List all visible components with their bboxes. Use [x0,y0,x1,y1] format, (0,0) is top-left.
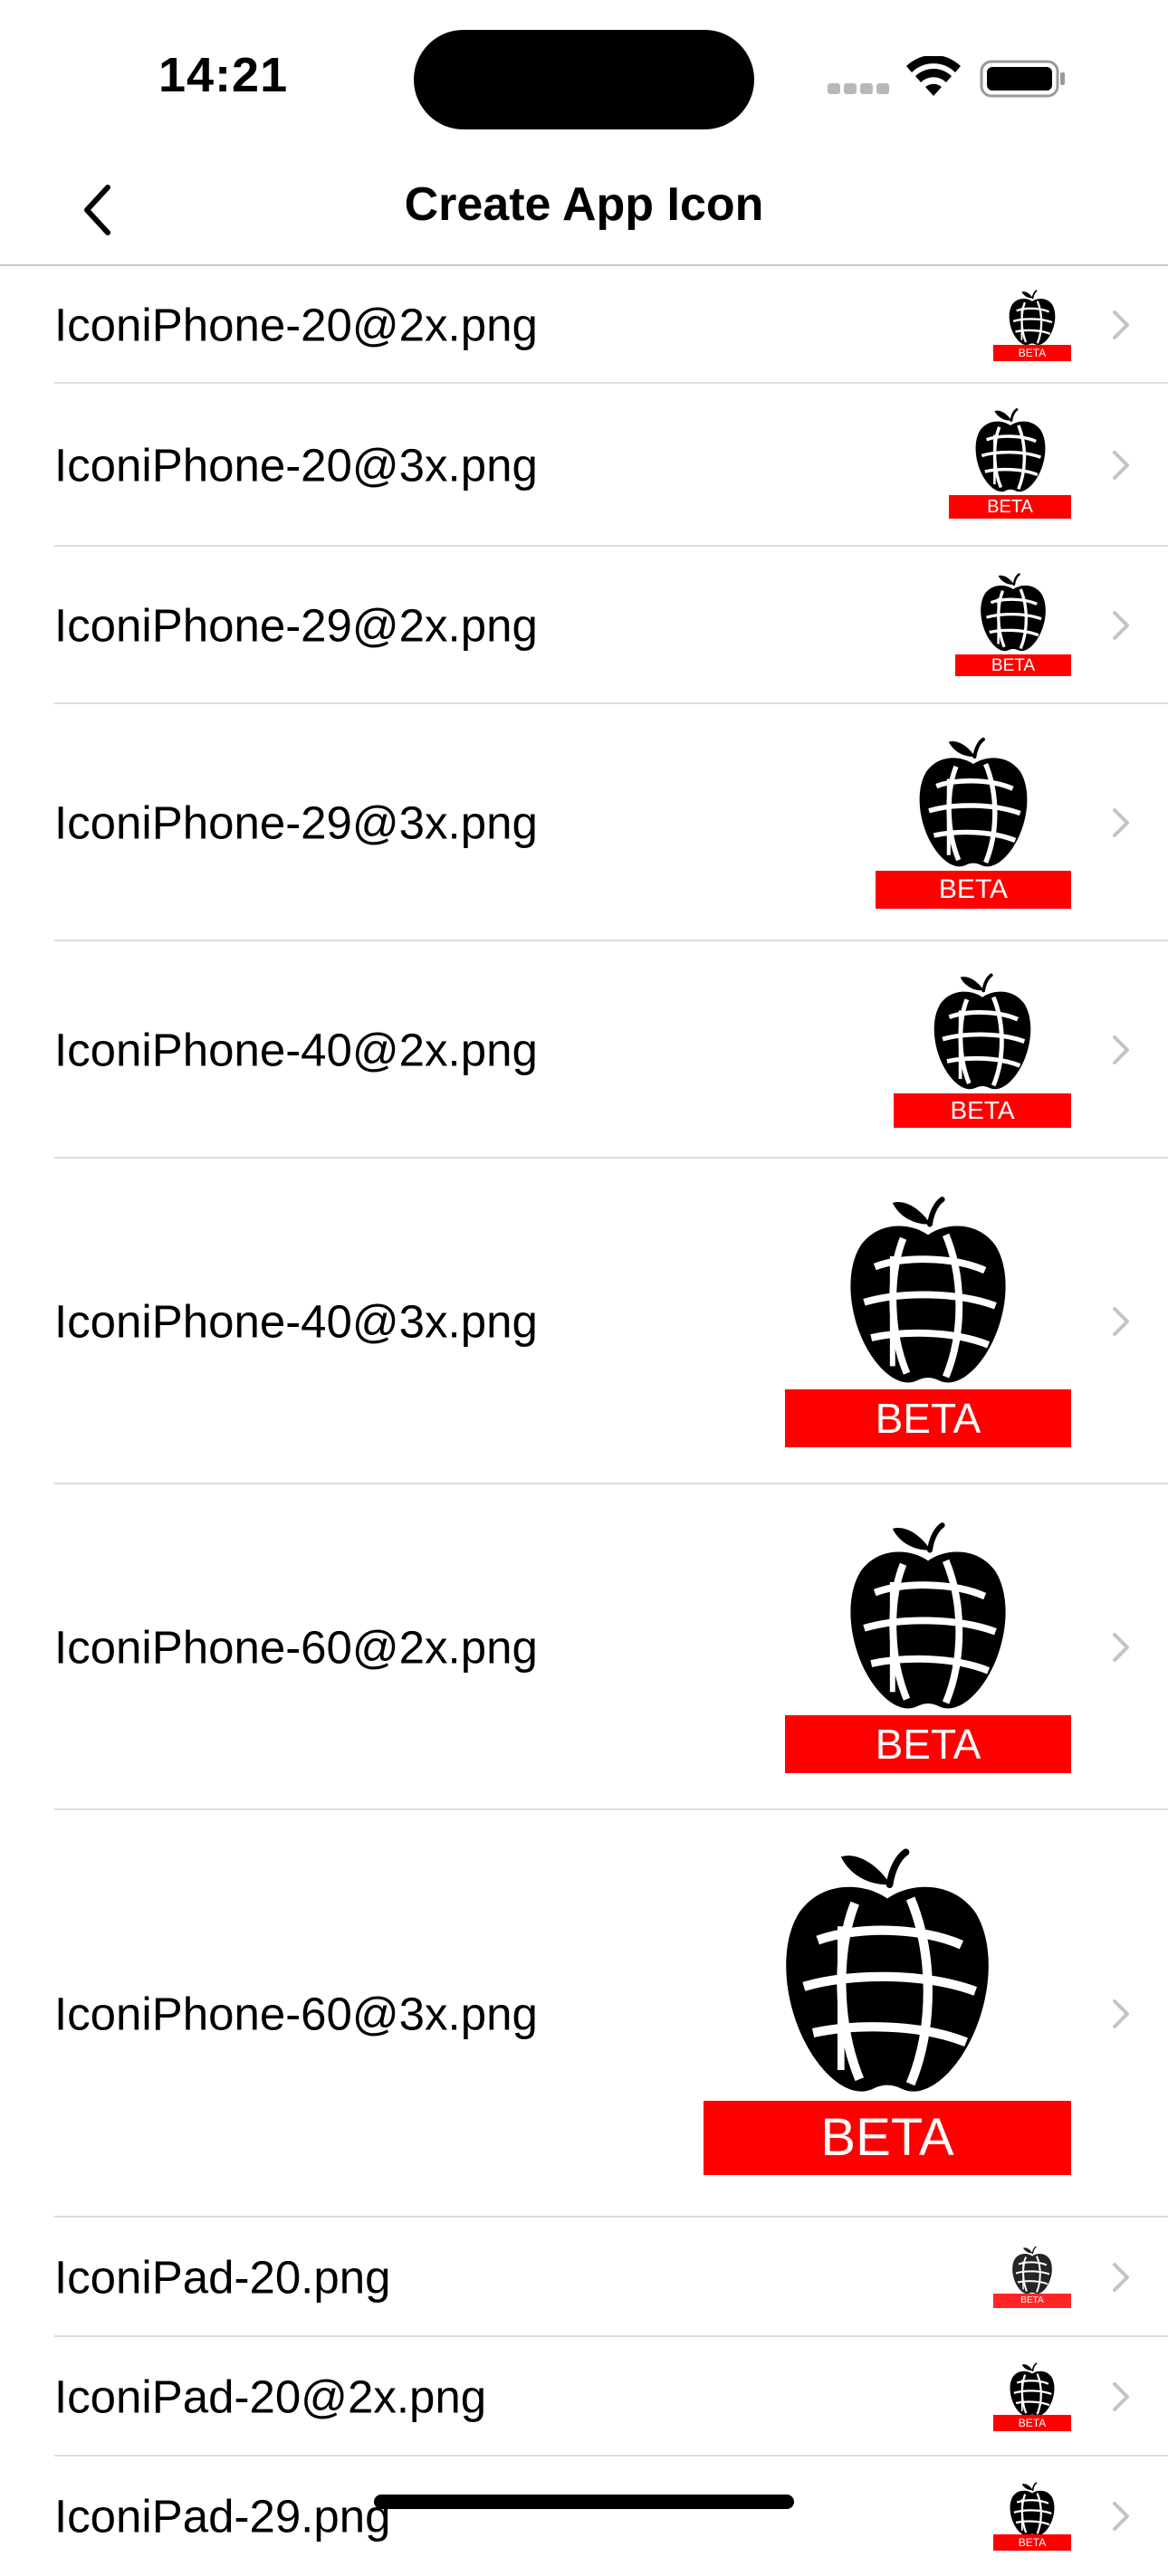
chevron-right-icon [1113,1999,1129,2028]
list-item-iconipad-20[interactable]: IconiPad-20.png BETA [0,2218,1168,2337]
app-icon-thumbnail: BETA [785,1522,1071,1773]
navigation-bar: Create App Icon [0,154,1168,266]
app-icon-thumbnail: BETA [993,2482,1071,2551]
list-item-iconiphone-60-2x[interactable]: IconiPhone-60@2x.png BETA [0,1484,1168,1810]
apple-globe-icon [839,1196,1017,1391]
app-icon-thumbnail: BETA [894,972,1071,1128]
status-time: 14:21 [158,48,289,102]
apple-globe-icon [1009,2482,1056,2537]
app-icon-thumbnail: BETA [993,2362,1071,2431]
chevron-right-icon [1113,2382,1129,2411]
list-item-label: IconiPad-20.png [54,2251,391,2304]
list-item-label: IconiPhone-20@2x.png [54,299,538,351]
list-item-label: IconiPhone-29@3x.png [54,797,538,849]
icon-preview: BETA [894,972,1071,1128]
apple-globe-icon [979,572,1048,653]
list-item-label: IconiPhone-60@3x.png [54,1988,538,2040]
wifi-icon [906,56,961,96]
beta-banner: BETA [876,871,1071,909]
app-icon-thumbnail: BETA [949,407,1071,519]
chevron-right-icon [1113,1035,1129,1064]
chevron-right-icon [1113,611,1129,640]
list-item-label: IconiPhone-60@2x.png [54,1621,538,1674]
list-item-iconiphone-20-3x[interactable]: IconiPhone-20@3x.png BETA [0,384,1168,547]
apple-globe-icon [1011,2246,1053,2295]
beta-banner: BETA [785,1715,1071,1773]
app-icon-thumbnail: BETA [993,289,1071,361]
chevron-right-icon [1113,2502,1129,2531]
apple-globe-icon [1009,2362,1056,2418]
list-item-label: IconiPhone-40@2x.png [54,1024,538,1076]
icon-file-list: IconiPhone-20@2x.png BETA IconiPhone-20@… [0,266,1168,2576]
list-item-iconiphone-20-2x[interactable]: IconiPhone-20@2x.png BETA [0,266,1168,384]
app-icon-thumbnail: BETA [993,2246,1071,2308]
beta-banner: BETA [993,2534,1071,2551]
list-item-label: IconiPad-29.png [54,2490,391,2543]
apple-globe-icon [973,407,1047,493]
chevron-right-icon [1113,808,1129,837]
apple-globe-icon [839,1522,1017,1717]
list-item-iconiphone-60-3x[interactable]: IconiPhone-60@3x.png BETA [0,1810,1168,2218]
beta-banner: BETA [894,1093,1071,1128]
apple-globe-icon [912,737,1035,873]
apple-globe-icon [771,1847,1003,2103]
app-icon-thumbnail: BETA [785,1196,1071,1447]
icon-preview: BETA [993,289,1071,361]
icon-preview: BETA [949,407,1071,519]
icon-preview: BETA [876,737,1071,909]
dynamic-island [414,30,754,129]
beta-banner: BETA [993,2294,1071,2308]
app-icon-thumbnail: BETA [955,572,1071,676]
chevron-right-icon [1113,1633,1129,1662]
icon-preview: BETA [785,1522,1071,1773]
beta-banner: BETA [704,2101,1071,2175]
chevron-right-icon [1113,2263,1129,2292]
battery-icon [980,60,1065,98]
app-icon-thumbnail: BETA [876,737,1071,909]
beta-banner: BETA [955,654,1071,676]
chevron-right-icon [1113,1307,1129,1336]
icon-preview: BETA [993,2246,1071,2308]
beta-banner: BETA [993,2415,1071,2431]
chevron-right-icon [1113,451,1129,480]
list-item-iconipad-29[interactable]: IconiPad-29.png BETA [0,2457,1168,2576]
list-item-iconipad-20-2x[interactable]: IconiPad-20@2x.png BETA [0,2337,1168,2457]
list-item-iconiphone-29-3x[interactable]: IconiPhone-29@3x.png BETA [0,704,1168,941]
icon-preview: BETA [704,1853,1071,2175]
chevron-right-icon [1113,310,1129,339]
icon-preview: BETA [785,1196,1071,1447]
cellular-signal-icon [828,83,891,94]
beta-banner: BETA [785,1389,1071,1447]
apple-globe-icon [1008,290,1057,347]
icon-preview: BETA [955,572,1071,676]
apple-globe-icon [927,972,1038,1095]
list-item-iconiphone-40-2x[interactable]: IconiPhone-40@2x.png BETA [0,941,1168,1159]
beta-banner: BETA [949,495,1071,519]
list-item-iconiphone-29-2x[interactable]: IconiPhone-29@2x.png BETA [0,547,1168,704]
page-title: Create App Icon [404,178,764,231]
icon-preview: BETA [993,2482,1071,2551]
app-icon-thumbnail: BETA [704,1853,1071,2175]
beta-banner: BETA [993,345,1071,361]
list-item-label: IconiPhone-40@3x.png [54,1295,538,1348]
list-item-label: IconiPhone-20@3x.png [54,439,538,491]
icon-preview: BETA [993,2362,1071,2431]
home-indicator[interactable] [374,2495,794,2509]
list-item-label: IconiPhone-29@2x.png [54,599,538,652]
list-item-iconiphone-40-3x[interactable]: IconiPhone-40@3x.png BETA [0,1159,1168,1484]
status-bar: 14:21 [0,0,1168,154]
list-item-label: IconiPad-20@2x.png [54,2371,487,2423]
